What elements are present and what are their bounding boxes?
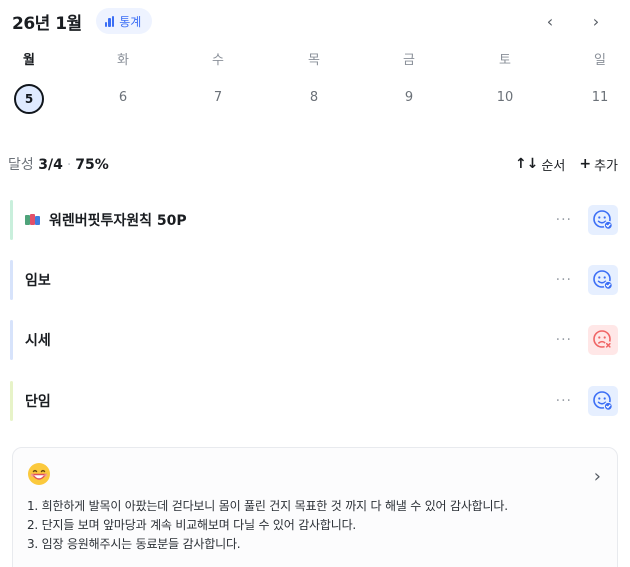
gratitude-line: 1. 희한하게 발목이 아팠는데 걷다보니 몸이 풀린 건지 목표한 것 까지 …: [27, 499, 508, 513]
day-tue[interactable]: 화 6: [98, 52, 148, 112]
day-sun[interactable]: 일 11: [575, 52, 625, 112]
stats-button[interactable]: 통계: [95, 8, 153, 34]
sad-x-icon: [593, 330, 613, 350]
achievement-summary: 달성 3/4 · 75% ↑↓ 순서 + 추가: [8, 153, 618, 175]
day-date-selected[interactable]: 5: [14, 84, 44, 114]
list-actions: ↑↓ 순서 + 추가: [515, 155, 618, 174]
week-nav: ‹ ›: [542, 12, 618, 31]
task-color-bar: [10, 381, 13, 421]
prev-week-button[interactable]: ‹: [542, 12, 558, 31]
gratitude-line: 3. 임장 응원해주시는 동료분들 감사합니다.: [27, 537, 241, 551]
day-of-week: 일: [594, 53, 606, 68]
day-date[interactable]: 11: [575, 84, 625, 112]
day-of-week: 금: [403, 53, 415, 68]
next-week-button[interactable]: ›: [588, 12, 604, 31]
task-name: 시세: [25, 333, 51, 349]
task-row[interactable]: 워렌버핏투자원칙 50P ···: [10, 199, 618, 241]
task-color-bar: [10, 200, 13, 240]
smile-check-icon: [593, 210, 613, 230]
mood-good-button[interactable]: [588, 386, 618, 416]
more-options-icon[interactable]: ···: [556, 272, 572, 288]
task-color-bar: [10, 260, 13, 300]
achievement-fraction: 3/4: [38, 157, 63, 173]
gratitude-card[interactable]: › 1. 희한하게 발목이 아팠는데 걷다보니 몸이 풀린 건지 목표한 것 까…: [12, 447, 618, 567]
day-date[interactable]: 9: [384, 84, 434, 112]
task-name-text: 워렌버핏투자원칙 50P: [49, 213, 187, 229]
day-of-week: 월: [23, 53, 35, 68]
books-icon: [25, 214, 41, 226]
mood-bad-button[interactable]: [588, 325, 618, 355]
add-button[interactable]: + 추가: [579, 155, 618, 174]
smile-check-icon: [593, 270, 613, 290]
separator-dot: ·: [66, 157, 72, 173]
task-color-bar: [10, 320, 13, 360]
mood-good-button[interactable]: [588, 205, 618, 235]
chevron-right-icon[interactable]: ›: [594, 466, 601, 487]
add-label: 추가: [594, 158, 618, 174]
more-options-icon[interactable]: ···: [556, 393, 572, 409]
bar-chart-icon: [104, 15, 115, 27]
achievement-text: 달성 3/4 · 75%: [8, 154, 109, 174]
day-thu[interactable]: 목 8: [289, 52, 339, 112]
day-sat[interactable]: 토 10: [480, 52, 530, 112]
mood-good-button[interactable]: [588, 265, 618, 295]
gratitude-lines: 1. 희한하게 발목이 아팠는데 걷다보니 몸이 풀린 건지 목표한 것 까지 …: [27, 497, 603, 554]
day-wed[interactable]: 수 7: [193, 52, 243, 112]
day-of-week: 수: [212, 53, 224, 68]
task-name: 임보: [25, 273, 51, 289]
task-name: 단임: [25, 394, 51, 410]
more-options-icon[interactable]: ···: [556, 212, 572, 228]
sort-arrows-icon: ↑↓: [514, 156, 539, 172]
month-title: 26년 1월: [12, 13, 82, 34]
gratitude-line: 2. 단지들 보며 앞마당과 계속 비교해보며 다닐 수 있어 감사합니다.: [27, 518, 357, 532]
achievement-percent: 75%: [75, 157, 109, 173]
day-date[interactable]: 10: [480, 84, 530, 112]
day-of-week: 토: [499, 53, 511, 68]
day-date[interactable]: 6: [98, 84, 148, 112]
grinning-face-icon: [28, 463, 50, 485]
day-mon[interactable]: 월 5: [4, 52, 54, 114]
task-row[interactable]: 임보 ···: [10, 259, 618, 301]
day-date[interactable]: 8: [289, 84, 339, 112]
calendar-header: 26년 1월 통계 ‹ ›: [12, 6, 618, 36]
day-date[interactable]: 7: [193, 84, 243, 112]
sort-label: 순서: [541, 158, 566, 174]
smile-check-icon: [593, 391, 613, 411]
task-name: 워렌버핏투자원칙 50P: [25, 210, 187, 230]
task-row[interactable]: 시세 ···: [10, 319, 618, 361]
task-row[interactable]: 단임 ···: [10, 380, 618, 422]
achievement-label: 달성: [8, 157, 34, 173]
day-of-week: 화: [117, 53, 129, 68]
sort-button[interactable]: ↑↓ 순서: [515, 155, 565, 174]
week-strip: 월 5 화 6 수 7 목 8 금 9 토 10 일 11: [0, 52, 630, 122]
plus-icon: +: [579, 156, 592, 172]
more-options-icon[interactable]: ···: [556, 332, 572, 348]
stats-label: 통계: [119, 14, 142, 29]
day-fri[interactable]: 금 9: [384, 52, 434, 112]
day-of-week: 목: [308, 53, 320, 68]
